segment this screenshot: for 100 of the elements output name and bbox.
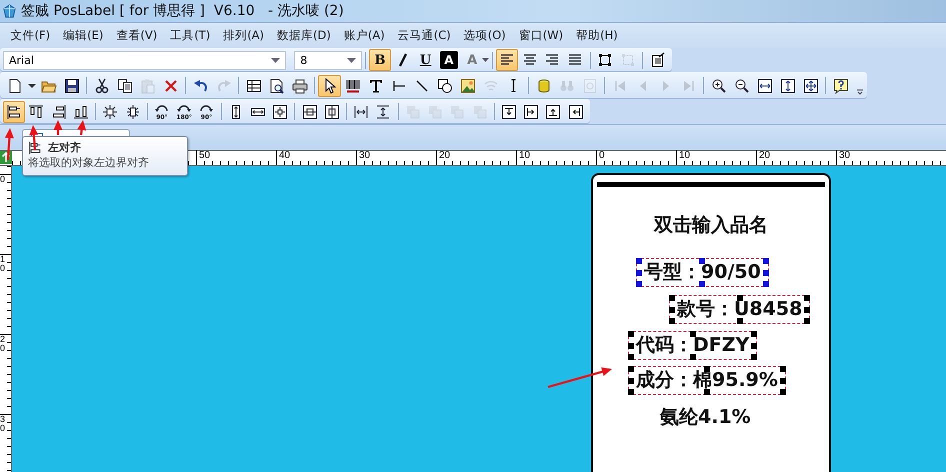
print-preview-icon: [268, 78, 284, 94]
annotation-arrow: [77, 120, 86, 136]
menu-item[interactable]: 数据库(D): [270, 28, 338, 43]
frame-left-icon: [523, 104, 540, 120]
selection-handle[interactable]: [804, 306, 810, 312]
selection-handle[interactable]: [669, 318, 675, 324]
group-icon: [597, 52, 614, 68]
annotation-arrow: [29, 125, 38, 150]
selection-handle[interactable]: [669, 295, 675, 301]
same-size-icon: [272, 104, 288, 120]
ungroup-icon: [620, 52, 636, 68]
selection-handle[interactable]: [736, 295, 743, 301]
zoom-in-icon: [710, 78, 726, 94]
scissors-icon: [94, 78, 110, 94]
space-vertical-icon: [375, 104, 392, 120]
pointer-button[interactable]: [318, 74, 341, 96]
selection-handle[interactable]: [780, 366, 786, 372]
label-text: 成分：棉95.9%: [636, 371, 778, 390]
menu-item[interactable]: 窗口(W): [512, 28, 570, 43]
text-cursor-icon: [511, 78, 516, 92]
font-dropdown[interactable]: Arial: [3, 50, 286, 70]
save-icon: [64, 78, 80, 94]
selection-handle[interactable]: [762, 258, 769, 264]
database-icon: [536, 78, 552, 94]
toolbar-overflow-icon[interactable]: [856, 88, 864, 96]
selection-frame[interactable]: 款号：U8458: [669, 295, 810, 324]
selection-handle[interactable]: [751, 331, 758, 337]
selection-frame[interactable]: 代码：DFZY: [628, 331, 758, 360]
properties-icon: [650, 52, 666, 68]
selection-handle[interactable]: [628, 331, 634, 337]
text-tool-icon: [368, 78, 384, 94]
shapes-icon: [436, 78, 452, 94]
label-text[interactable]: 氨纶4.1%: [660, 405, 751, 429]
selection-handle[interactable]: [628, 389, 634, 395]
barcode-icon: [344, 78, 360, 94]
selection-frame[interactable]: 号型：90/50: [636, 258, 769, 287]
selection-handle[interactable]: [699, 281, 706, 287]
menu-item[interactable]: 文件(F): [4, 28, 57, 43]
printer-icon: [292, 78, 308, 94]
document-icon: [6, 78, 22, 94]
align-left-icon: [28, 141, 42, 155]
selection-handle[interactable]: [628, 354, 634, 360]
label-text[interactable]: 双击输入品名: [654, 213, 768, 237]
selection-handle[interactable]: [628, 342, 634, 348]
align-left-icon: [6, 104, 22, 120]
menu-item[interactable]: 查看(V): [110, 28, 164, 43]
menu-item[interactable]: 工具(T): [164, 28, 217, 43]
selection-handle[interactable]: [780, 378, 786, 384]
bold-button[interactable]: B: [368, 49, 392, 71]
align-left-button[interactable]: [3, 100, 26, 122]
selection-handle[interactable]: [804, 318, 810, 324]
menu-item[interactable]: 账户(A): [337, 28, 392, 43]
redo-icon: [216, 78, 232, 94]
layers-icon: [472, 104, 488, 120]
underline-button[interactable]: U: [414, 49, 437, 71]
menu-item[interactable]: 排列(A): [216, 28, 271, 43]
caret-icon: [482, 58, 489, 62]
inverse-button[interactable]: A: [440, 51, 458, 69]
menu-item[interactable]: 云马通(C): [391, 28, 458, 43]
selection-handle[interactable]: [636, 258, 642, 264]
layers-icon: [404, 104, 421, 120]
selection-handle[interactable]: [804, 295, 810, 301]
selection-handle[interactable]: [736, 318, 743, 324]
menu-item[interactable]: 编辑(E): [56, 28, 110, 43]
selection-handle[interactable]: [690, 354, 696, 360]
help-icon: [832, 78, 848, 94]
app-icon: [2, 4, 17, 18]
selection-handle[interactable]: [704, 366, 710, 372]
selection-handle[interactable]: [690, 331, 696, 337]
menu-item[interactable]: 选项(O): [457, 28, 512, 43]
selection-handle[interactable]: [780, 389, 786, 395]
align-top-icon: [28, 104, 44, 120]
layers-icon: [427, 104, 443, 120]
selection-handle[interactable]: [751, 354, 758, 360]
selection-handle[interactable]: [628, 366, 634, 372]
selection-handle[interactable]: [762, 281, 769, 287]
center-page-vertical-icon: [324, 104, 340, 120]
selection-handle[interactable]: [699, 258, 706, 264]
window-title: 签贼 PosLabel [ for 博思得 ] V6.10 - 洗水唛 (2): [21, 2, 344, 20]
text-align-left-button[interactable]: [496, 49, 518, 71]
selection-handle[interactable]: [704, 389, 710, 395]
align-right-icon: [50, 104, 67, 120]
dropdown-arrow-icon: [346, 58, 356, 62]
selection-handle[interactable]: [628, 378, 634, 384]
font-size-dropdown[interactable]: 8: [294, 50, 362, 70]
selection-handle[interactable]: [636, 281, 642, 287]
center-page-horizontal-icon: [302, 104, 318, 120]
selection-handle[interactable]: [669, 306, 675, 312]
annotation-arrow: [54, 120, 62, 135]
selection-handle[interactable]: [636, 270, 642, 276]
menu-item[interactable]: 帮助(H): [570, 28, 624, 43]
image-icon: [460, 78, 476, 94]
clipboard-icon: [140, 78, 156, 94]
align-bottom-icon: [73, 104, 90, 120]
selection-handle[interactable]: [751, 342, 758, 348]
frame-right-icon: [568, 104, 584, 120]
selection-handle[interactable]: [762, 270, 769, 276]
selection-frame[interactable]: 成分：棉95.9%: [628, 366, 786, 395]
table-icon: [246, 78, 262, 94]
fit-height-icon: [780, 78, 796, 94]
